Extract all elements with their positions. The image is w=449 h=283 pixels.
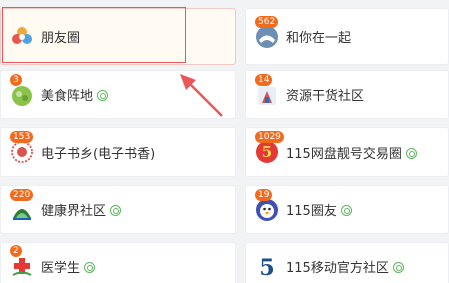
food-avatar-icon: 3 <box>10 73 34 107</box>
circle-name: 资源干货社区 <box>286 89 365 104</box>
circle-card-dianzishu[interactable]: 153 电子书乡(电子书香) <box>0 127 236 177</box>
health-avatar-icon: 220 <box>10 188 34 222</box>
115-blue-logo-icon: 5 <box>255 254 279 281</box>
circle-card-115wangpan[interactable]: 5 1029 115网盘靓号交易圈 <box>245 127 449 177</box>
certified-icon <box>110 205 122 216</box>
penguin-avatar-icon: 19 <box>255 188 279 222</box>
certified-icon <box>392 261 404 273</box>
certified-icon <box>340 205 352 216</box>
group-avatar-icon: 562 <box>255 15 279 49</box>
circle-name: 115圈友 <box>286 204 337 219</box>
certified-icon <box>405 147 417 159</box>
115-logo-icon: 5 1029 <box>255 131 284 164</box>
circle-name: 电子书乡(电子书香) <box>41 146 156 162</box>
unread-badge: 153 <box>10 131 34 143</box>
ebook-avatar-icon: 153 <box>10 131 34 164</box>
circle-name: 115网盘靓号交易圈 <box>286 146 402 162</box>
certified-icon <box>84 261 96 273</box>
medical-cross-icon: 2 <box>10 245 34 278</box>
circle-name: 医学生 <box>41 260 81 276</box>
circle-name: 健康界社区 <box>41 204 107 219</box>
unread-badge: 3 <box>10 73 22 86</box>
circle-card-115yidong[interactable]: 5 115移动官方社区 <box>245 242 449 283</box>
circle-name: 和你在一起 <box>286 31 352 46</box>
circle-card-yixuesheng[interactable]: 2 医学生 <box>0 242 236 283</box>
unread-badge: 220 <box>10 188 34 201</box>
circle-card-115quanyou[interactable]: 19 115圈友 <box>245 185 449 234</box>
circle-grid: 朋友圈 562 和你在一起 3 美食阵地 14 资源干货社区 153 电子书乡(… <box>0 0 449 283</box>
resource-avatar-icon: 14 <box>255 73 279 107</box>
svg-text:5: 5 <box>262 143 272 161</box>
pointer-arrow-icon <box>180 74 223 117</box>
unread-badge: 1029 <box>255 131 284 143</box>
certified-icon <box>97 90 109 101</box>
circle-name: 朋友圈 <box>41 31 81 46</box>
pinwheel-icon <box>10 25 34 49</box>
circle-name: 美食阵地 <box>41 89 94 104</box>
unread-badge: 14 <box>255 73 273 86</box>
circle-card-pengyouquan[interactable]: 朋友圈 <box>0 8 236 65</box>
circle-name: 115移动官方社区 <box>286 260 389 276</box>
circle-card-jiankangjie[interactable]: 220 健康界社区 <box>0 185 236 234</box>
circle-card-ziyuan[interactable]: 14 资源干货社区 <box>245 70 449 119</box>
unread-badge: 2 <box>10 245 22 257</box>
unread-badge: 19 <box>255 188 273 201</box>
unread-badge: 562 <box>255 15 279 28</box>
svg-text:5: 5 <box>259 255 274 278</box>
circle-card-heniizaiyiqi[interactable]: 562 和你在一起 <box>245 8 449 65</box>
